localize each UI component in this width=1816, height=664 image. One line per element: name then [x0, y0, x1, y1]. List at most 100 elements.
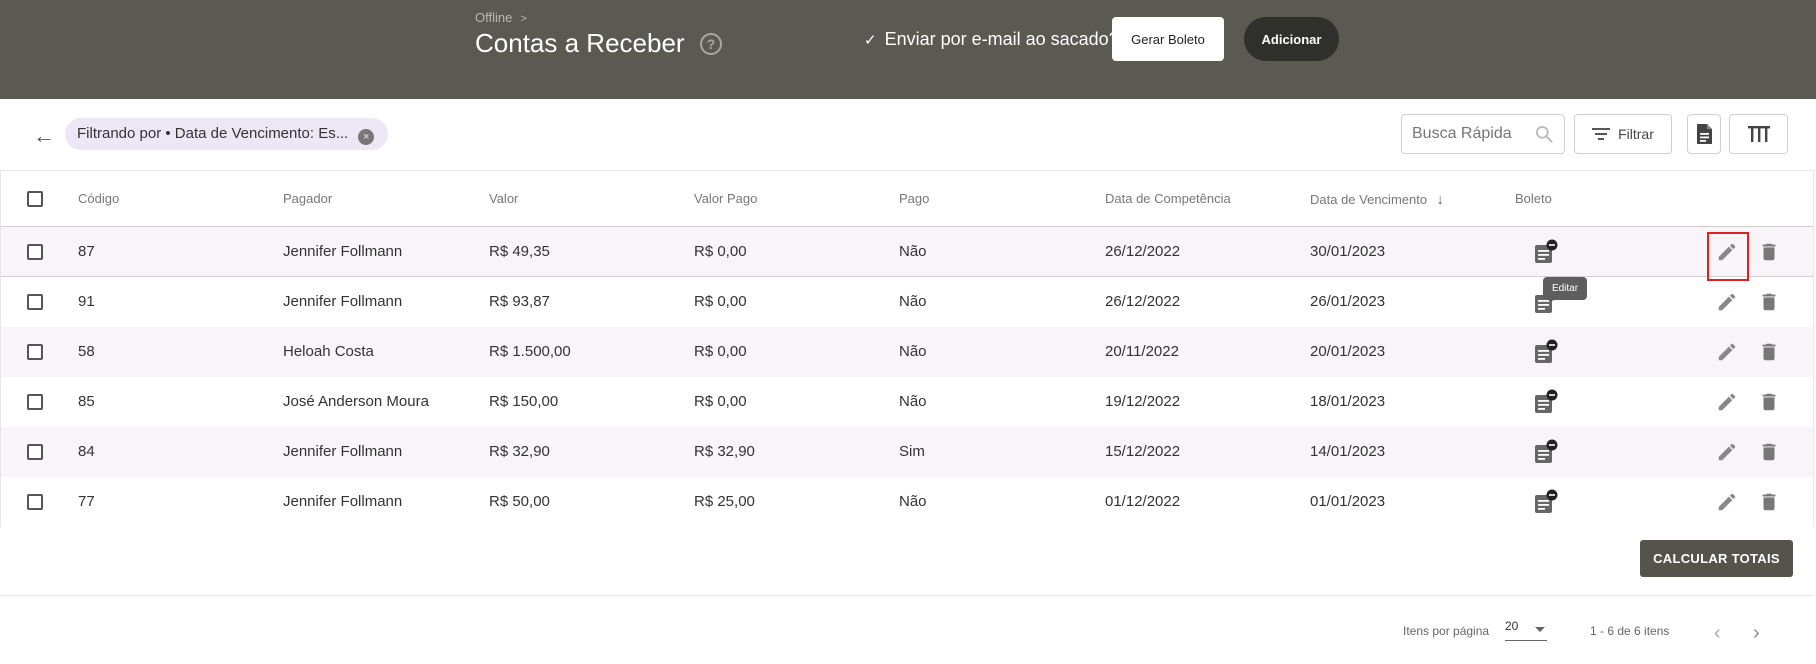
chip-remove-icon[interactable]: ×: [358, 129, 375, 145]
row-checkbox[interactable]: [27, 494, 43, 510]
breadcrumb[interactable]: Offline >: [475, 10, 527, 25]
page-title: Contas a Receber: [475, 28, 685, 58]
table-row[interactable]: 85 José Anderson Moura R$ 150,00 R$ 0,00 Não…: [1, 377, 1813, 427]
column-header-data-vencimento-label: Data de Vencimento: [1310, 192, 1428, 207]
cell-data-competencia: 26/12/2022: [1105, 243, 1181, 260]
cell-data-vencimento: 01/01/2023: [1310, 493, 1386, 510]
cell-pagador: Jennifer Follmann: [283, 493, 403, 510]
items-per-page-select[interactable]: 20: [1505, 619, 1547, 641]
edit-icon[interactable]: [1716, 341, 1738, 363]
cell-codigo: 58: [78, 343, 95, 360]
delete-icon[interactable]: [1758, 441, 1780, 463]
cell-valor: R$ 49,35: [489, 243, 550, 260]
delete-icon[interactable]: [1758, 241, 1780, 263]
edit-icon[interactable]: [1716, 291, 1738, 313]
edit-tooltip: Editar: [1543, 277, 1587, 300]
cell-codigo: 85: [78, 393, 95, 410]
next-page-icon[interactable]: ›: [1753, 622, 1760, 645]
pagination-range: 1 - 6 de 6 itens: [1590, 624, 1670, 638]
edit-highlight-box: [1707, 232, 1749, 281]
cell-valor: R$ 150,00: [489, 393, 559, 410]
back-arrow-icon[interactable]: ←: [33, 124, 57, 148]
cell-data-vencimento: 18/01/2023: [1310, 393, 1386, 410]
cell-pagador: Jennifer Follmann: [283, 243, 403, 260]
table-row[interactable]: 87 Jennifer Follmann R$ 49,35 R$ 0,00 Não 26/…: [1, 227, 1813, 281]
column-header-valor-pago[interactable]: Valor Pago: [694, 191, 757, 206]
items-per-page-label: Itens por página: [1403, 624, 1490, 638]
edit-icon[interactable]: [1716, 491, 1738, 513]
table-row[interactable]: 91 Jennifer Follmann R$ 93,87 R$ 0,00 Não 26/…: [1, 277, 1813, 327]
columns-icon: [1747, 126, 1770, 142]
quick-search-input[interactable]: [1402, 115, 1522, 153]
boleto-icon[interactable]: [1533, 389, 1559, 415]
cell-valor: R$ 1.500,00: [489, 343, 571, 360]
cell-data-competencia: 15/12/2022: [1105, 443, 1181, 460]
column-header-codigo[interactable]: Código: [78, 191, 119, 206]
breadcrumb-item[interactable]: Offline: [475, 10, 512, 25]
delete-icon[interactable]: [1758, 341, 1780, 363]
cell-valor-pago: R$ 25,00: [694, 493, 755, 510]
cell-valor-pago: R$ 0,00: [694, 393, 747, 410]
row-checkbox[interactable]: [27, 244, 43, 260]
cell-codigo: 84: [78, 443, 95, 460]
column-header-data-vencimento[interactable]: Data de Vencimento ↓: [1310, 191, 1444, 207]
gerar-boleto-button[interactable]: Gerar Boleto: [1112, 17, 1224, 61]
row-checkbox[interactable]: [27, 394, 43, 410]
boleto-icon[interactable]: [1533, 339, 1559, 365]
boleto-icon[interactable]: [1533, 489, 1559, 515]
column-header-boleto[interactable]: Boleto: [1515, 191, 1552, 206]
cell-data-vencimento: 30/01/2023: [1310, 243, 1386, 260]
table-row[interactable]: 84 Jennifer Follmann R$ 32,90 R$ 32,90 Sim 15…: [1, 427, 1813, 477]
boleto-icon[interactable]: [1533, 239, 1559, 265]
quick-search[interactable]: [1401, 114, 1565, 154]
column-header-data-competencia[interactable]: Data de Competência: [1105, 191, 1231, 206]
dropdown-arrow-icon: [1535, 627, 1545, 632]
items-per-page-value: 20: [1505, 619, 1519, 633]
cell-valor: R$ 32,90: [489, 443, 550, 460]
edit-icon[interactable]: [1716, 391, 1738, 413]
search-icon[interactable]: [1534, 124, 1554, 144]
boleto-icon[interactable]: [1533, 439, 1559, 465]
delete-icon[interactable]: [1758, 291, 1780, 313]
footer-divider: [0, 595, 1814, 596]
cell-valor: R$ 93,87: [489, 293, 550, 310]
export-document-button[interactable]: [1687, 114, 1721, 154]
sort-descending-icon: ↓: [1436, 191, 1444, 207]
row-checkbox[interactable]: [27, 294, 43, 310]
filter-chip[interactable]: Filtrando por • Data de Vencimento: Es..…: [65, 118, 389, 150]
cell-data-vencimento: 26/01/2023: [1310, 293, 1386, 310]
cell-pago: Não: [899, 493, 927, 510]
cell-data-competencia: 26/12/2022: [1105, 293, 1181, 310]
columns-toggle-button[interactable]: [1729, 114, 1788, 154]
cell-data-vencimento: 14/01/2023: [1310, 443, 1386, 460]
select-all-checkbox[interactable]: [27, 191, 43, 207]
cell-data-competencia: 19/12/2022: [1105, 393, 1181, 410]
delete-icon[interactable]: [1758, 391, 1780, 413]
row-checkbox[interactable]: [27, 444, 43, 460]
adicionar-button[interactable]: Adicionar: [1244, 17, 1339, 61]
cell-codigo: 77: [78, 493, 95, 510]
edit-icon[interactable]: [1716, 441, 1738, 463]
calcular-totais-button[interactable]: CALCULAR TOTAIS: [1640, 540, 1793, 577]
cell-codigo: 91: [78, 293, 95, 310]
table-header-row: Código Pagador Valor Valor Pago Pago Dat…: [1, 171, 1813, 227]
email-sacado-toggle[interactable]: ✓ Enviar por e-mail ao sacado?: [864, 29, 1119, 50]
cell-valor: R$ 50,00: [489, 493, 550, 510]
cell-pago: Não: [899, 393, 927, 410]
cell-pago: Sim: [899, 443, 925, 460]
help-icon[interactable]: ?: [700, 33, 722, 55]
column-header-pago[interactable]: Pago: [899, 191, 929, 206]
table-row[interactable]: 77 Jennifer Follmann R$ 50,00 R$ 25,00 Não 01…: [1, 477, 1813, 527]
cell-pagador: Jennifer Follmann: [283, 293, 403, 310]
cell-pago: Não: [899, 243, 927, 260]
row-checkbox[interactable]: [27, 344, 43, 360]
delete-icon[interactable]: [1758, 491, 1780, 513]
filtrar-button[interactable]: Filtrar: [1574, 114, 1672, 154]
email-sacado-label: Enviar por e-mail ao sacado?: [884, 29, 1119, 49]
check-icon: ✓: [864, 32, 877, 49]
previous-page-icon[interactable]: ‹: [1714, 622, 1721, 645]
column-header-valor[interactable]: Valor: [489, 191, 518, 206]
cell-valor-pago: R$ 32,90: [694, 443, 755, 460]
column-header-pagador[interactable]: Pagador: [283, 191, 332, 206]
table-row[interactable]: 58 Heloah Costa R$ 1.500,00 R$ 0,00 Não 20/11…: [1, 327, 1813, 377]
